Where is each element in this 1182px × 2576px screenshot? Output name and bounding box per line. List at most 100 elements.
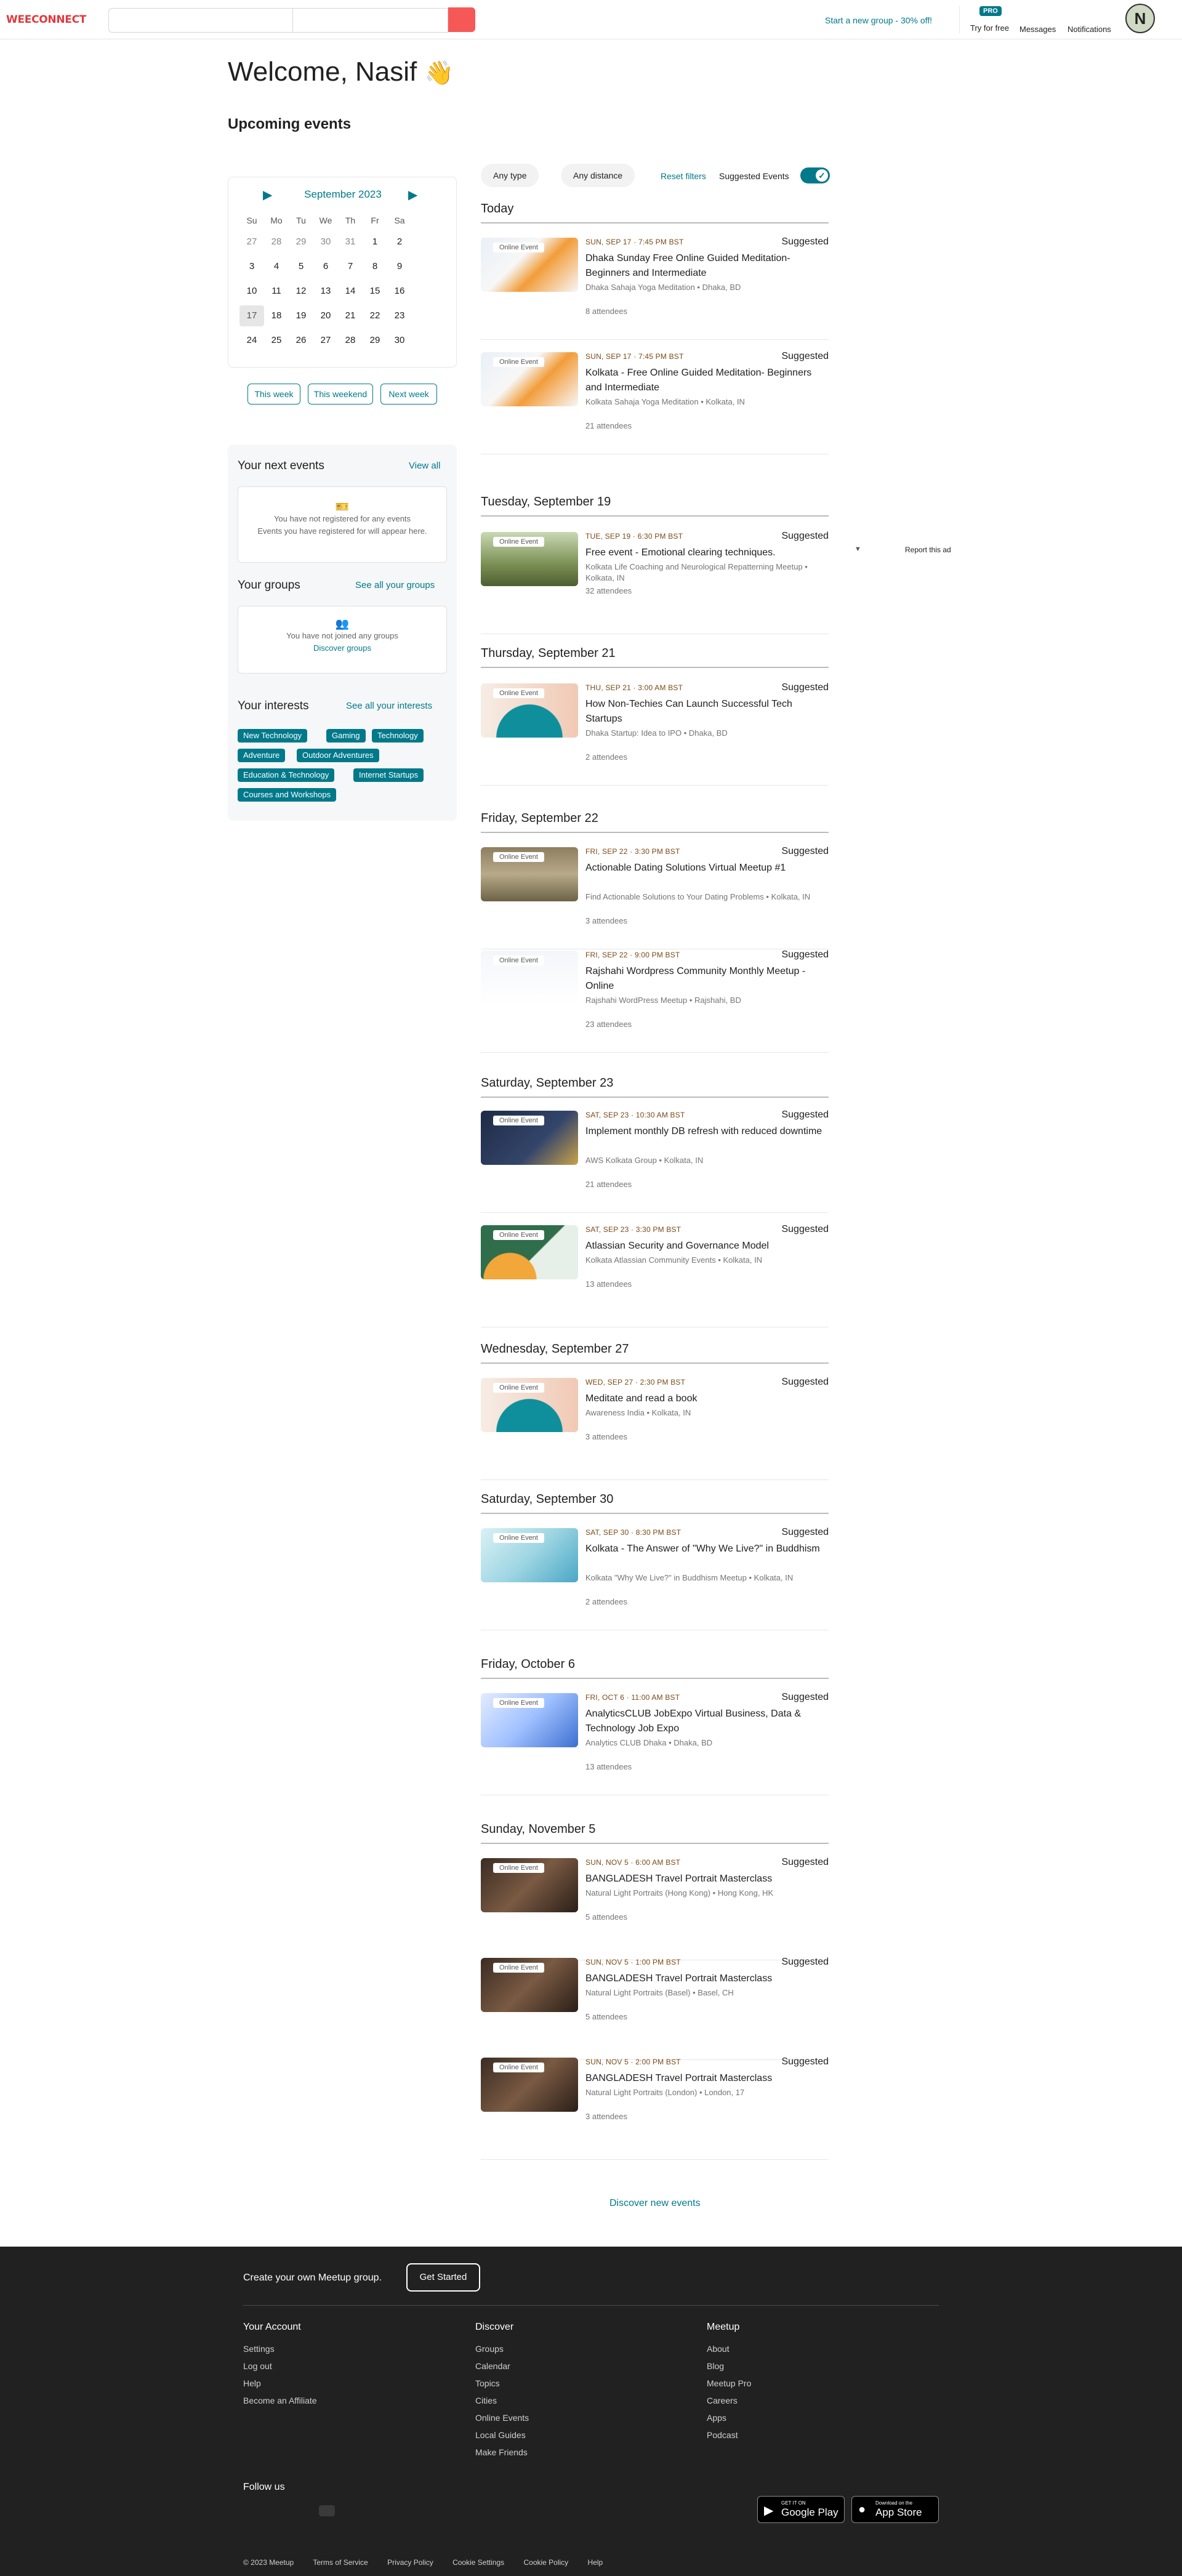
calendar-day[interactable]: 23 <box>387 305 412 326</box>
event-group[interactable]: Natural Light Portraits (Hong Kong) • Ho… <box>585 1888 826 1899</box>
calendar-next-month-icon[interactable]: ▶ <box>408 187 417 203</box>
event-card[interactable]: Online Event THU, SEP 21 · 3:00 AM BST How… <box>481 676 829 786</box>
event-card[interactable]: Online Event SAT, SEP 30 · 8:30 PM BST Kol… <box>481 1521 829 1630</box>
calendar-day[interactable]: 2 <box>387 231 412 252</box>
footer-link[interactable]: Careers <box>707 2392 751 2409</box>
event-title[interactable]: Rajshahi Wordpress Community Monthly Mee… <box>585 964 826 994</box>
try-for-free-link[interactable]: Try for free <box>970 23 1009 33</box>
calendar-day[interactable]: 29 <box>289 231 313 252</box>
footer-link[interactable]: Become an Affiliate <box>243 2392 317 2409</box>
calendar-day[interactable]: 7 <box>338 256 363 277</box>
calendar-day[interactable]: 24 <box>239 330 264 351</box>
event-card[interactable]: Online Event SUN, SEP 17 · 7:45 PM BST Dha… <box>481 230 829 340</box>
interest-tag[interactable]: Outdoor Adventures <box>297 749 379 762</box>
calendar-day[interactable]: 28 <box>264 231 289 252</box>
event-thumbnail[interactable]: Online Event <box>481 847 578 901</box>
calendar-day[interactable]: 5 <box>289 256 313 277</box>
event-group[interactable]: Kolkata Atlassian Community Events • Kol… <box>585 1255 826 1266</box>
event-group[interactable]: Dhaka Startup: Idea to IPO • Dhaka, BD <box>585 728 826 739</box>
notifications-link[interactable]: Notifications <box>1067 25 1111 34</box>
event-card[interactable]: Online Event SUN, SEP 17 · 7:45 PM BST Kol… <box>481 345 829 454</box>
footer-link[interactable]: Podcast <box>707 2426 751 2444</box>
event-group[interactable]: Natural Light Portraits (London) • Londo… <box>585 2087 826 2098</box>
event-thumbnail[interactable]: Online Event <box>481 1858 578 1912</box>
event-card[interactable]: Online Event FRI, SEP 22 · 9:00 PM BST Raj… <box>481 943 829 1053</box>
calendar-day[interactable]: 25 <box>264 330 289 351</box>
event-card[interactable]: Online Event SAT, SEP 23 · 3:30 PM BST Atl… <box>481 1218 829 1327</box>
calendar-day[interactable]: 28 <box>338 330 363 351</box>
footer-link[interactable]: Meetup Pro <box>707 2375 751 2392</box>
event-title[interactable]: Free event - Emotional clearing techniqu… <box>585 545 826 560</box>
calendar-day[interactable]: 20 <box>313 305 338 326</box>
event-thumbnail[interactable]: Online Event <box>481 532 578 586</box>
view-all-events-link[interactable]: View all <box>409 461 440 471</box>
calendar-day[interactable]: 30 <box>313 231 338 252</box>
get-started-button[interactable]: Get Started <box>406 2263 480 2292</box>
calendar-day[interactable]: 6 <box>313 256 338 277</box>
footer-bottom-link[interactable]: Cookie Settings <box>452 2558 504 2567</box>
app-store-badge[interactable]: ● Download on the App Store <box>851 2496 939 2523</box>
calendar-day[interactable]: 11 <box>264 281 289 302</box>
event-title[interactable]: Atlassian Security and Governance Model <box>585 1239 826 1254</box>
event-thumbnail[interactable]: Online Event <box>481 238 578 292</box>
calendar-day[interactable]: 26 <box>289 330 313 351</box>
event-title[interactable]: Actionable Dating Solutions Virtual Meet… <box>585 861 826 875</box>
calendar-day[interactable]: 19 <box>289 305 313 326</box>
discover-groups-link[interactable]: Discover groups <box>313 643 371 653</box>
footer-link[interactable]: Calendar <box>475 2357 529 2375</box>
event-title[interactable]: Kolkata - The Answer of "Why We Live?" i… <box>585 1542 826 1556</box>
calendar-day[interactable]: 31 <box>338 231 363 252</box>
interest-tag[interactable]: Gaming <box>326 729 366 743</box>
event-group[interactable]: Natural Light Portraits (Basel) • Basel,… <box>585 1987 826 1998</box>
distance-filter[interactable]: Any distance <box>561 164 635 187</box>
event-title[interactable]: BANGLADESH Travel Portrait Masterclass <box>585 2071 826 2086</box>
event-card[interactable]: Online Event TUE, SEP 19 · 6:30 PM BST Fre… <box>481 525 829 634</box>
footer-link[interactable]: Online Events <box>475 2409 529 2426</box>
event-type-filter[interactable]: Any type <box>481 164 539 187</box>
event-title[interactable]: Kolkata - Free Online Guided Meditation-… <box>585 366 826 395</box>
event-group[interactable]: Kolkata "Why We Live?" in Buddhism Meetu… <box>585 1572 826 1584</box>
calendar-day[interactable]: 12 <box>289 281 313 302</box>
search-keyword-input[interactable] <box>108 8 293 33</box>
interest-tag[interactable]: Courses and Workshops <box>238 788 337 802</box>
event-title[interactable]: Implement monthly DB refresh with reduce… <box>585 1124 826 1139</box>
youtube-icon[interactable] <box>319 2505 335 2516</box>
calendar-day[interactable]: 13 <box>313 281 338 302</box>
reset-filters-link[interactable]: Reset filters <box>661 171 706 181</box>
event-card[interactable]: Online Event FRI, OCT 6 · 11:00 AM BST Ana… <box>481 1686 829 1795</box>
calendar-day[interactable]: 21 <box>338 305 363 326</box>
footer-bottom-link[interactable]: Terms of Service <box>313 2558 368 2567</box>
interest-tag[interactable]: New Technology <box>238 729 308 743</box>
search-button[interactable] <box>448 7 475 32</box>
event-thumbnail[interactable]: Online Event <box>481 1111 578 1165</box>
event-card[interactable]: Online Event SAT, SEP 23 · 10:30 AM BST Im… <box>481 1103 829 1213</box>
google-play-badge[interactable]: ▶ GET IT ON Google Play <box>757 2496 845 2523</box>
footer-bottom-link[interactable]: Cookie Policy <box>523 2558 568 2567</box>
event-title[interactable]: Dhaka Sunday Free Online Guided Meditati… <box>585 251 826 281</box>
ad-choices-icon[interactable]: ▼ <box>854 545 861 553</box>
next-week-button[interactable]: Next week <box>380 384 437 405</box>
event-thumbnail[interactable]: Online Event <box>481 1225 578 1279</box>
event-card[interactable]: Online Event SUN, NOV 5 · 1:00 PM BST BANG… <box>481 1950 829 2060</box>
footer-link[interactable]: Groups <box>475 2340 529 2357</box>
footer-link[interactable]: Cities <box>475 2392 529 2409</box>
event-group[interactable]: Kolkata Life Coaching and Neurological R… <box>585 561 826 584</box>
event-title[interactable]: BANGLADESH Travel Portrait Masterclass <box>585 1971 826 1986</box>
event-group[interactable]: Kolkata Sahaja Yoga Meditation • Kolkata… <box>585 396 826 408</box>
calendar-day[interactable]: 29 <box>363 330 387 351</box>
calendar-day[interactable]: 10 <box>239 281 264 302</box>
event-thumbnail[interactable]: Online Event <box>481 683 578 738</box>
see-all-interests-link[interactable]: See all your interests <box>346 701 432 711</box>
footer-link[interactable]: Log out <box>243 2357 317 2375</box>
footer-link[interactable]: Apps <box>707 2409 751 2426</box>
event-title[interactable]: How Non-Techies Can Launch Successful Te… <box>585 697 826 727</box>
report-ad-link[interactable]: Report this ad <box>905 545 951 554</box>
calendar-day[interactable]: 27 <box>239 231 264 252</box>
event-group[interactable]: Find Actionable Solutions to Your Dating… <box>585 892 826 903</box>
calendar-day[interactable]: 3 <box>239 256 264 277</box>
footer-link[interactable]: Settings <box>243 2340 317 2357</box>
event-group[interactable]: Awareness India • Kolkata, IN <box>585 1407 826 1419</box>
footer-bottom-link[interactable]: Help <box>588 2558 603 2567</box>
event-card[interactable]: Online Event FRI, SEP 22 · 3:30 PM BST Act… <box>481 840 829 949</box>
calendar-day[interactable]: 15 <box>363 281 387 302</box>
